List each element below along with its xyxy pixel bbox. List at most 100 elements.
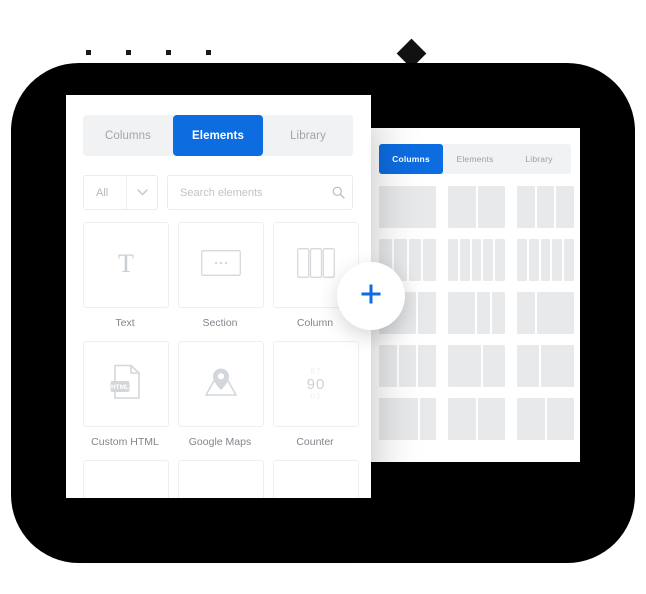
element-label: Text bbox=[115, 317, 135, 329]
svg-text:HTML: HTML bbox=[111, 384, 129, 391]
layout-segment bbox=[556, 186, 574, 228]
layout-segment bbox=[517, 398, 545, 440]
element-tile[interactable] bbox=[178, 341, 264, 427]
elements-grid: T Text Section Column HTML Custom HTML G… bbox=[83, 222, 359, 498]
column-icon bbox=[297, 247, 335, 283]
element-item-partial[interactable] bbox=[83, 460, 169, 498]
search-input[interactable] bbox=[168, 185, 324, 200]
element-tile[interactable]: 87 90 01 bbox=[273, 341, 359, 427]
element-item-custom-html[interactable]: HTML Custom HTML bbox=[83, 341, 169, 448]
layout-segment bbox=[537, 292, 574, 334]
layout-segment bbox=[517, 292, 536, 334]
decorative-dots bbox=[86, 50, 211, 55]
layout-segment bbox=[540, 239, 551, 281]
element-tile[interactable] bbox=[178, 222, 264, 308]
column-layout-preset[interactable] bbox=[517, 345, 574, 387]
element-label: Custom HTML bbox=[91, 436, 159, 448]
layout-segment bbox=[379, 398, 418, 440]
search-field-wrapper[interactable] bbox=[167, 175, 353, 210]
column-layout-preset[interactable] bbox=[379, 186, 436, 228]
element-label: Section bbox=[202, 317, 238, 329]
counter-digits-main: 90 bbox=[306, 375, 326, 393]
column-layout-preset[interactable] bbox=[517, 398, 574, 440]
layout-segment bbox=[459, 239, 470, 281]
elements-panel: Columns Elements Library All Search elem… bbox=[66, 95, 371, 498]
layout-segment bbox=[448, 345, 481, 387]
element-item-section[interactable]: Section bbox=[178, 222, 264, 329]
element-tile[interactable] bbox=[83, 460, 169, 498]
layout-segment bbox=[517, 239, 527, 281]
column-layout-preset[interactable] bbox=[379, 345, 436, 387]
layout-segment bbox=[477, 398, 505, 440]
column-layout-preset[interactable] bbox=[379, 398, 436, 440]
element-tile[interactable]: T bbox=[83, 222, 169, 308]
column-layout-row bbox=[379, 292, 575, 334]
add-button[interactable] bbox=[337, 262, 405, 330]
layout-segment bbox=[379, 186, 436, 228]
layout-segment bbox=[418, 345, 436, 387]
layout-segment bbox=[552, 239, 563, 281]
element-item-partial[interactable] bbox=[178, 460, 264, 498]
column-layout-preset[interactable] bbox=[448, 345, 505, 387]
column-layout-preset[interactable] bbox=[517, 292, 574, 334]
column-layout-preset[interactable] bbox=[448, 239, 505, 281]
tab-columns[interactable]: Columns bbox=[83, 115, 173, 156]
layout-segment bbox=[448, 186, 476, 228]
layout-segment bbox=[448, 292, 475, 334]
element-label: Column bbox=[296, 317, 334, 329]
decorative-dot bbox=[166, 50, 171, 55]
layout-segment bbox=[448, 398, 476, 440]
column-layout-preset[interactable] bbox=[448, 186, 505, 228]
column-layout-preset[interactable] bbox=[448, 398, 505, 440]
layout-segment bbox=[476, 292, 490, 334]
search-icon bbox=[324, 186, 352, 199]
layout-segment bbox=[398, 345, 417, 387]
element-item-google-maps[interactable]: Google Maps bbox=[178, 341, 264, 448]
decorative-dot bbox=[126, 50, 131, 55]
layout-segment bbox=[379, 345, 397, 387]
section-icon bbox=[201, 249, 241, 281]
column-layout-row bbox=[379, 239, 575, 281]
primary-tab-bar: Columns Elements Library bbox=[83, 115, 353, 156]
map-pin-icon bbox=[203, 366, 239, 403]
element-tile[interactable]: HTML bbox=[83, 341, 169, 427]
decorative-dot bbox=[206, 50, 211, 55]
layout-segment bbox=[417, 292, 436, 334]
element-item-counter[interactable]: 87 90 01 Counter bbox=[273, 341, 359, 448]
column-layout-grid bbox=[379, 186, 575, 440]
layout-segment bbox=[491, 292, 505, 334]
layout-segment bbox=[423, 239, 436, 281]
element-item-partial[interactable] bbox=[273, 460, 359, 498]
secondary-tab-bar: Columns Elements Library bbox=[379, 144, 571, 174]
element-item-text[interactable]: T Text bbox=[83, 222, 169, 329]
filter-and-search-row: All bbox=[83, 175, 353, 210]
layout-segment bbox=[528, 239, 539, 281]
svg-text:T: T bbox=[118, 249, 134, 278]
layout-segment bbox=[483, 345, 505, 387]
column-layout-preset[interactable] bbox=[448, 292, 505, 334]
category-filter-select[interactable]: All bbox=[83, 175, 158, 210]
tab-elements[interactable]: Elements bbox=[173, 115, 263, 156]
layout-segment bbox=[536, 186, 555, 228]
column-layout-preset[interactable] bbox=[517, 186, 574, 228]
tab-columns-back[interactable]: Columns bbox=[379, 144, 443, 174]
tab-elements-back[interactable]: Elements bbox=[443, 144, 507, 174]
column-layout-row bbox=[379, 345, 575, 387]
layout-segment bbox=[483, 239, 494, 281]
plus-icon bbox=[359, 282, 383, 311]
layout-segment bbox=[541, 345, 574, 387]
element-tile[interactable] bbox=[178, 460, 264, 498]
element-label: Counter bbox=[296, 436, 334, 448]
column-layout-preset[interactable] bbox=[517, 239, 574, 281]
tab-library-back[interactable]: Library bbox=[507, 144, 571, 174]
layout-segment bbox=[419, 398, 436, 440]
html-file-icon: HTML bbox=[110, 364, 142, 405]
tab-library[interactable]: Library bbox=[263, 115, 353, 156]
element-tile[interactable] bbox=[273, 460, 359, 498]
column-layout-row bbox=[379, 186, 575, 228]
counter-icon: 87 90 01 bbox=[306, 367, 326, 401]
layout-segment bbox=[477, 186, 505, 228]
counter-digits-below: 01 bbox=[310, 391, 322, 401]
layout-segment bbox=[408, 239, 422, 281]
layout-segment bbox=[517, 186, 535, 228]
